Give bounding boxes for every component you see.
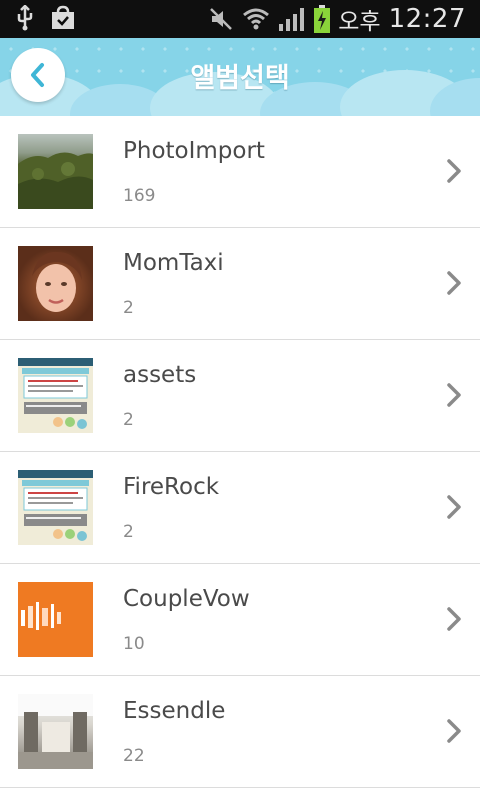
album-count: 10 <box>123 634 145 654</box>
chevron-right-icon <box>447 383 461 407</box>
album-count: 2 <box>123 522 134 542</box>
header-bar: 앨범선택 <box>0 38 480 116</box>
album-name: Essendle <box>123 698 226 724</box>
album-thumbnail <box>18 582 93 657</box>
album-row-firerock[interactable]: FireRock 2 <box>0 452 480 564</box>
album-thumbnail <box>18 694 93 769</box>
album-name: CoupleVow <box>123 586 250 612</box>
album-count: 2 <box>123 410 134 430</box>
wifi-icon <box>243 8 270 30</box>
album-name: MomTaxi <box>123 250 224 276</box>
album-row-couplevow[interactable]: CoupleVow 10 <box>0 564 480 676</box>
album-row-essendle[interactable]: Essendle 22 <box>0 676 480 788</box>
chevron-right-icon <box>447 607 461 631</box>
album-thumbnail <box>18 134 93 209</box>
chevron-right-icon <box>447 159 461 183</box>
album-name: assets <box>123 362 197 388</box>
album-name: FireRock <box>123 474 220 500</box>
album-thumbnail <box>18 470 93 545</box>
page-title: 앨범선택 <box>190 63 290 94</box>
album-count: 22 <box>123 746 145 766</box>
album-count: 169 <box>123 186 156 206</box>
status-ampm: 오후 <box>338 9 381 35</box>
shopping-bag-icon <box>52 5 74 29</box>
status-bar: 오후 12:27 <box>0 0 480 38</box>
usb-icon <box>17 5 33 31</box>
album-thumbnail <box>18 358 93 433</box>
battery-charging-icon <box>314 5 331 33</box>
chevron-right-icon <box>447 495 461 519</box>
signal-icon <box>279 8 305 31</box>
album-row-assets[interactable]: assets 2 <box>0 340 480 452</box>
album-name: PhotoImport <box>123 138 265 164</box>
album-thumbnail <box>18 246 93 321</box>
album-list: PhotoImport 169 MomTaxi 2 assets 2 FireR… <box>0 116 480 788</box>
status-time: 12:27 <box>388 4 466 34</box>
mute-icon <box>210 8 233 30</box>
chevron-right-icon <box>447 719 461 743</box>
chevron-right-icon <box>447 271 461 295</box>
album-count: 2 <box>123 298 134 318</box>
album-row-momtaxi[interactable]: MomTaxi 2 <box>0 228 480 340</box>
album-row-photoimport[interactable]: PhotoImport 169 <box>0 116 480 228</box>
